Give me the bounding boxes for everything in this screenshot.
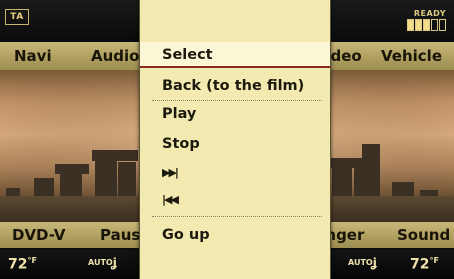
fan-icon: ʝ — [112, 256, 117, 270]
menu-option-back-to-film[interactable]: Back (to the film) — [140, 73, 330, 99]
left-auto-fan[interactable]: AUTOʝ — [88, 256, 117, 270]
right-auto-fan[interactable]: AUTOʝ — [348, 256, 377, 270]
right-temperature[interactable]: 72°F — [410, 256, 439, 273]
traffic-announcement-badge: TA — [5, 9, 29, 25]
sound-button[interactable]: Sound — [397, 226, 450, 244]
left-auto-label: AUTO — [88, 258, 113, 267]
menu-option-previous-track[interactable]: |◀◀ — [140, 186, 330, 212]
menu-item-audio[interactable]: Audio — [91, 47, 139, 65]
previous-track-icon: |◀◀ — [162, 193, 179, 206]
left-temp-value: 72 — [8, 256, 28, 273]
ready-label: READY — [413, 9, 446, 18]
menu-option-go-up[interactable]: Go up — [140, 222, 330, 248]
menu-option-select[interactable]: Select — [140, 42, 330, 68]
ready-indicator: READY — [407, 9, 446, 31]
left-temperature[interactable]: 72°F — [8, 256, 37, 273]
menu-item-navi[interactable]: Navi — [14, 47, 52, 65]
signal-bars-icon — [407, 19, 446, 31]
menu-option-play[interactable]: Play — [140, 101, 330, 127]
right-auto-label: AUTO — [348, 258, 373, 267]
menu-option-next-track[interactable]: ▶▶| — [140, 159, 330, 185]
menu-divider — [152, 216, 322, 217]
right-temp-unit: °F — [429, 256, 439, 265]
fan-icon: ʝ — [372, 256, 377, 270]
display-screen: TA READY Navi Audio Video Vehicle DVD-V … — [0, 0, 454, 279]
dvd-video-button[interactable]: DVD-V — [12, 226, 66, 244]
menu-item-vehicle[interactable]: Vehicle — [381, 47, 442, 65]
right-temp-value: 72 — [410, 256, 430, 273]
dvd-options-menu: Select Back (to the film) Play Stop ▶▶| … — [139, 0, 331, 279]
menu-option-stop[interactable]: Stop — [140, 131, 330, 157]
next-track-icon: ▶▶| — [162, 166, 179, 179]
left-temp-unit: °F — [27, 256, 37, 265]
